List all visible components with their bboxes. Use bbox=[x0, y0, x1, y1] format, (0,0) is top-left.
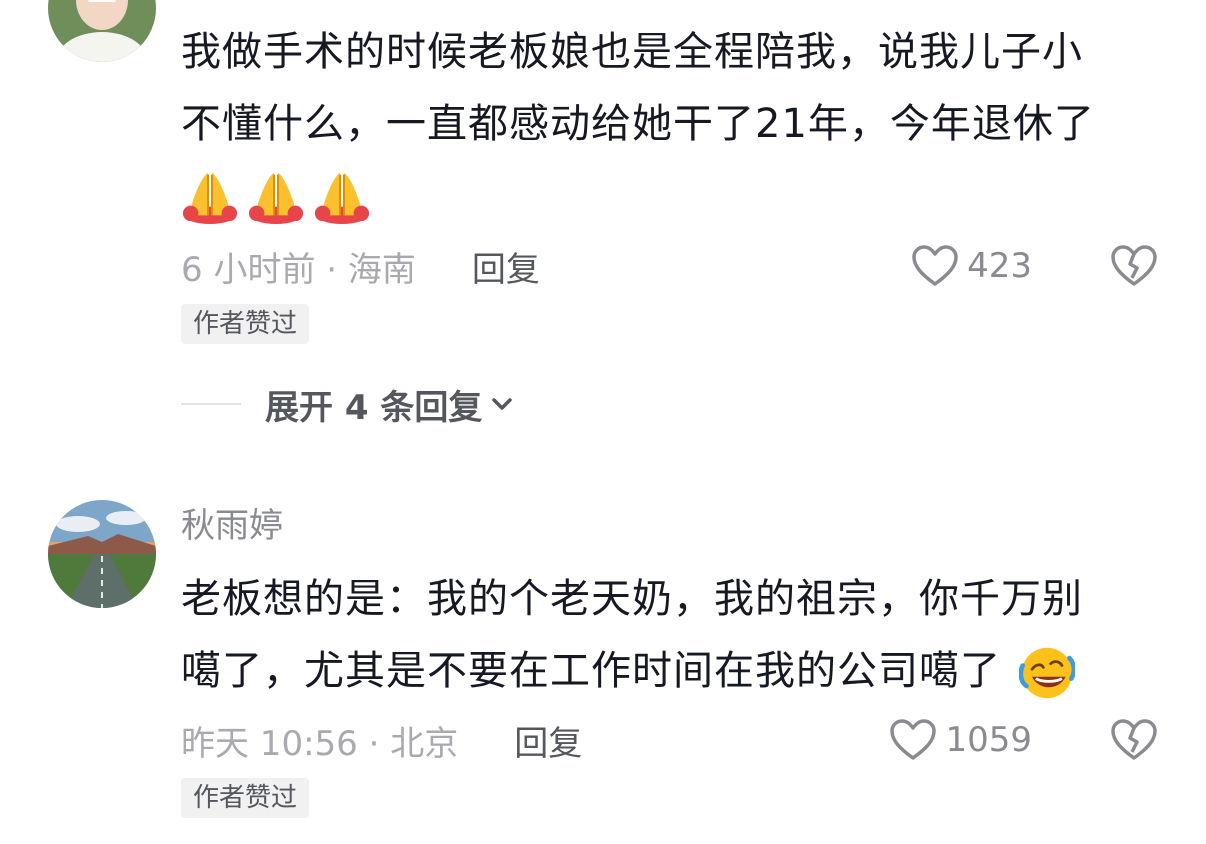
reply-button[interactable]: 回复 bbox=[514, 716, 582, 765]
comment-time-location: 昨天 10:56 · 北京 bbox=[181, 723, 459, 764]
comment-text-line: 噶了，尤其是不要在工作时间在我的公司噶了 bbox=[181, 648, 1001, 694]
comment-text-line: 我做手术的时候老板娘也是全程陪我，说我儿子小 bbox=[181, 29, 1083, 75]
reply-button[interactable]: 回复 bbox=[472, 242, 540, 291]
avatar-photo bbox=[48, 0, 156, 62]
comment-list: 我做手术的时候老板娘也是全程陪我，说我儿子小 不懂什么，一直都感动给她干了21年… bbox=[0, 0, 1206, 844]
expand-replies-label: 展开 4 条回复 bbox=[265, 387, 483, 428]
like-count: 1059 bbox=[945, 720, 1032, 760]
like-count: 423 bbox=[967, 246, 1032, 286]
username[interactable]: 秋雨婷 bbox=[181, 502, 283, 550]
comment-time-location: 6 小时前 · 海南 bbox=[181, 249, 416, 290]
divider bbox=[181, 403, 241, 405]
broken-heart-icon bbox=[1111, 245, 1157, 286]
folded-hands-emoji-icon bbox=[313, 167, 371, 225]
comment-meta: 昨天 10:56 · 北京 回复 1059 bbox=[181, 712, 1158, 768]
folded-hands-emoji-icon bbox=[181, 167, 239, 225]
comment-text-line: 不懂什么，一直都感动给她干了21年，今年退休了 bbox=[181, 101, 1095, 147]
dislike-button[interactable] bbox=[1110, 718, 1158, 762]
comment-text-line: 老板想的是：我的个老天奶，我的祖宗，你千万别 bbox=[181, 576, 1083, 622]
heart-icon bbox=[890, 719, 937, 760]
avatar[interactable] bbox=[48, 500, 156, 608]
expand-replies: 展开 4 条回复 bbox=[181, 380, 516, 428]
comment-body: 我做手术的时候老板娘也是全程陪我，说我儿子小 不懂什么，一直都感动给她干了21年… bbox=[181, 16, 1171, 232]
broken-heart-icon bbox=[1111, 719, 1157, 760]
author-liked-badge: 作者赞过 bbox=[181, 304, 310, 344]
emoji-row bbox=[181, 160, 1171, 232]
like-button[interactable]: 1059 bbox=[889, 718, 1032, 762]
expand-replies-button[interactable]: 展开 4 条回复 bbox=[265, 380, 516, 429]
comment-meta: 6 小时前 · 海南 回复 423 bbox=[181, 238, 1158, 294]
avatar-photo bbox=[48, 500, 156, 608]
dislike-button[interactable] bbox=[1110, 244, 1158, 288]
author-liked-badge: 作者赞过 bbox=[181, 778, 310, 818]
rolling-laughing-emoji-icon bbox=[1018, 645, 1075, 701]
avatar[interactable] bbox=[48, 0, 156, 62]
comment-text-line-with-emoji: 噶了，尤其是不要在工作时间在我的公司噶了 bbox=[181, 635, 1171, 707]
heart-icon bbox=[912, 245, 958, 286]
folded-hands-emoji-icon bbox=[247, 167, 305, 225]
like-button[interactable]: 423 bbox=[911, 244, 1032, 288]
chevron-down-icon bbox=[492, 398, 513, 410]
comment-body: 老板想的是：我的个老天奶，我的祖宗，你千万别 噶了，尤其是不要在工作时间在我的公… bbox=[181, 563, 1171, 707]
